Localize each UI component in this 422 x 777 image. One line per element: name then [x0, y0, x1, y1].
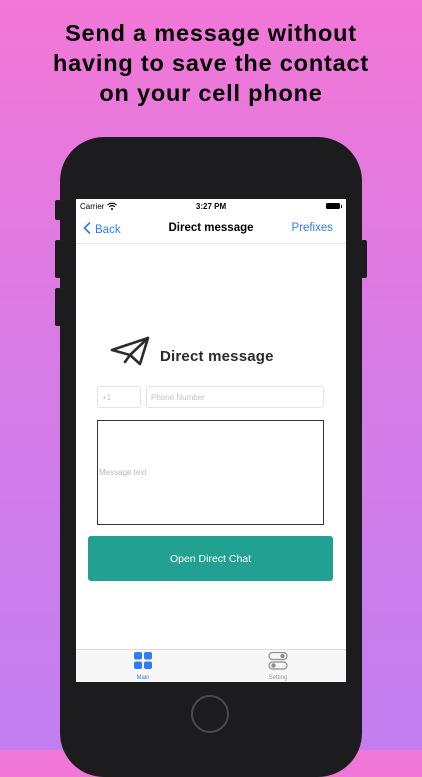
headline-line-2: having to save the contact — [53, 50, 369, 76]
back-label: Back — [95, 223, 121, 236]
paper-plane-icon — [110, 335, 150, 367]
battery-icon — [326, 203, 342, 209]
brand-title: Direct message — [160, 348, 274, 365]
tab-main-label: Main — [136, 675, 150, 681]
message-textarea[interactable] — [97, 420, 324, 525]
home-button[interactable] — [191, 695, 229, 733]
tab-setting[interactable]: Setting — [238, 651, 318, 681]
tab-bar: Main Setting — [76, 649, 346, 682]
navigation-bar: Back Direct message Prefixes — [76, 215, 346, 244]
prefixes-button[interactable]: Prefixes — [291, 222, 333, 234]
promo-headline: Send a message without having to save th… — [0, 18, 422, 108]
headline-line-1: Send a message without — [65, 20, 357, 46]
tab-main[interactable]: Main — [103, 652, 183, 681]
back-button[interactable]: Back — [83, 222, 121, 237]
grid-icon — [133, 652, 153, 674]
chevron-left-icon — [83, 222, 95, 237]
status-bar: Carrier 3:27 PM — [76, 199, 346, 215]
headline-line-3: on your cell phone — [99, 80, 323, 106]
open-direct-chat-button[interactable]: Open Direct Chat — [88, 536, 333, 581]
country-code-input[interactable] — [97, 386, 141, 408]
phone-screen: Carrier 3:27 PM Back Direct message Pref… — [76, 199, 346, 682]
tab-setting-label: Setting — [268, 675, 288, 681]
status-time: 3:27 PM — [195, 202, 227, 211]
toggles-icon — [268, 651, 288, 674]
phone-number-input[interactable] — [146, 386, 324, 408]
